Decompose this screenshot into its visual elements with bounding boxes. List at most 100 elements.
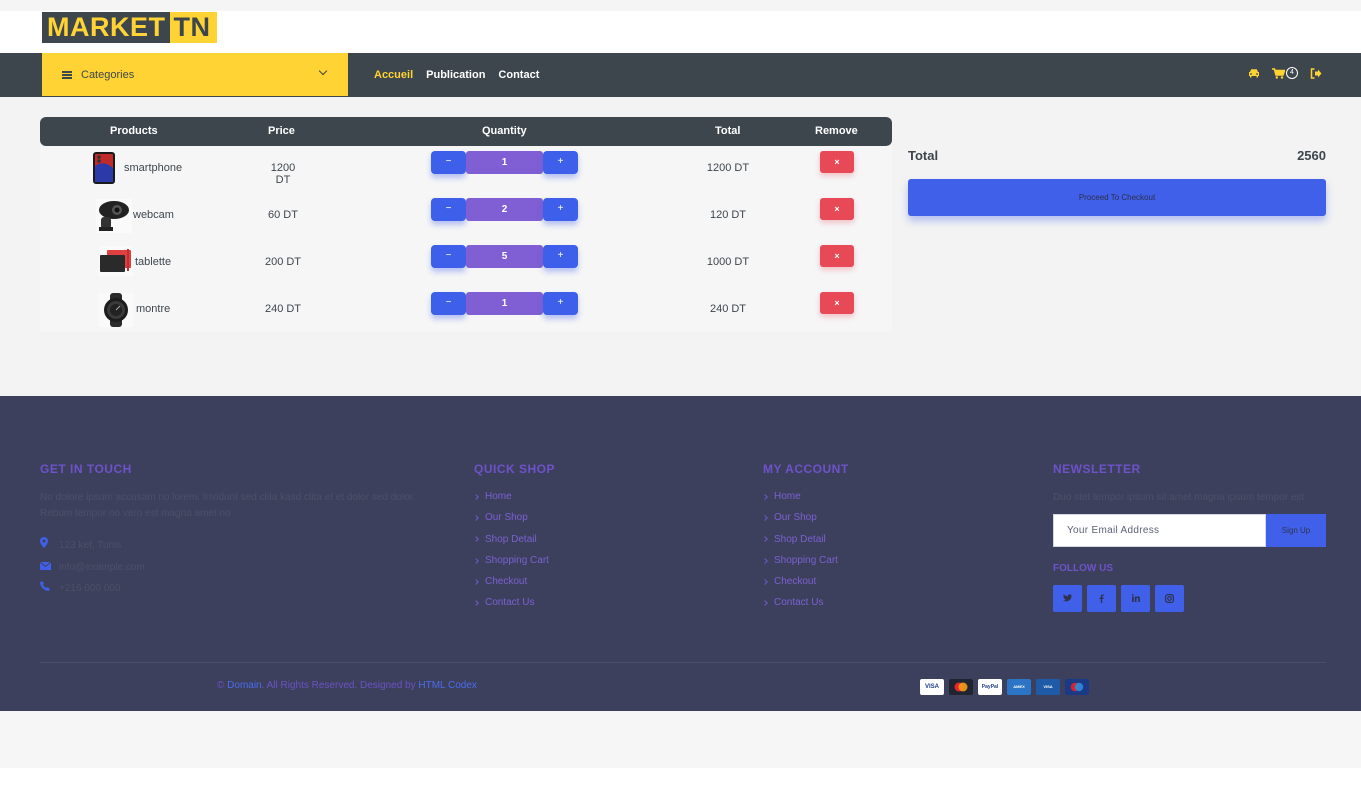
cart-count-badge: 4 (1286, 67, 1298, 79)
header-quantity: Quantity (482, 125, 527, 137)
header-price: Price (268, 125, 295, 137)
header-total: Total (715, 125, 741, 137)
footer-divider (40, 662, 1326, 663)
increase-quantity-button[interactable]: + (543, 151, 578, 174)
address-line: 123 kef, Tunis (40, 535, 425, 557)
decrease-quantity-button[interactable]: − (431, 198, 466, 221)
domain-link[interactable]: Domain (227, 680, 261, 691)
decrease-quantity-button[interactable]: − (431, 151, 466, 174)
product-image-smartphone (92, 152, 124, 184)
quick-shop-link-checkout[interactable]: Checkout (473, 571, 555, 592)
get-in-touch-text: No dolore ipsum accusam no lorem. Invidu… (40, 492, 416, 519)
phone-text: +216 000 000 (59, 583, 121, 594)
quick-shop-link-our-shop[interactable]: Our Shop (473, 507, 555, 528)
mastercard-icon (949, 679, 973, 695)
sign-up-button[interactable]: Sign Up (1266, 514, 1326, 547)
nav-link-accueil[interactable]: Accueil (374, 69, 413, 81)
header: MARKET TN (0, 11, 1361, 53)
remove-item-button[interactable]: × (820, 245, 854, 267)
cart-summary: Total 2560 Proceed To Checkout (908, 145, 1326, 216)
cart-table: Products Price Quantity Total Remove sma… (40, 117, 892, 332)
remove-item-button[interactable]: × (820, 292, 854, 314)
categories-dropdown[interactable]: Categories (42, 53, 348, 96)
total-value: 2560 (1297, 148, 1326, 163)
my-account-link-contact-us[interactable]: Contact Us (762, 592, 849, 613)
newsletter-text: Duo stet tempor ipsum sit amet magna ips… (1053, 492, 1305, 503)
twitter-icon[interactable] (1053, 585, 1082, 612)
chevron-right-icon (762, 536, 768, 543)
quick-shop-link-home[interactable]: Home (473, 486, 555, 507)
email-text[interactable]: info@example.com (59, 557, 145, 579)
chevron-right-icon (473, 557, 479, 564)
newsletter-title: NEWSLETTER (1053, 462, 1141, 476)
brand-logo[interactable]: MARKET TN (42, 12, 217, 43)
my-account-link-checkout[interactable]: Checkout (762, 571, 849, 592)
product-name[interactable]: smartphone (124, 162, 182, 174)
newsletter-email-input[interactable]: Your Email Address (1053, 514, 1266, 547)
chevron-right-icon (762, 557, 768, 564)
chevron-down-icon (318, 66, 328, 76)
link-label: Home (485, 491, 512, 502)
sign-out-icon[interactable] (1310, 67, 1322, 79)
link-label: Shop Detail (774, 533, 826, 545)
decrease-quantity-button[interactable]: − (431, 245, 466, 268)
footer-newsletter: NEWSLETTER Duo stet tempor ipsum sit ame… (1053, 462, 1326, 612)
logo-part-tn: TN (169, 12, 217, 43)
nav-link-contact[interactable]: Contact (498, 69, 539, 81)
car-icon[interactable] (1248, 68, 1260, 78)
nav-link-publication[interactable]: Publication (426, 69, 485, 81)
footer-my-account: MY ACCOUNT Home Our Shop Shop Detail Sho… (762, 462, 849, 614)
quick-shop-title: QUICK SHOP (474, 462, 556, 476)
link-label: Checkout (774, 576, 817, 588)
table-row: webcam 60 DT − 2 + 120 DT × (40, 193, 892, 239)
quantity-input[interactable]: 1 (466, 292, 543, 315)
row-total: 1200 DT (706, 162, 750, 174)
categories-label: Categories (81, 68, 135, 81)
increase-quantity-button[interactable]: + (543, 198, 578, 221)
product-name[interactable]: montre (136, 303, 170, 315)
maestro-icon (1065, 679, 1089, 695)
quantity-input[interactable]: 2 (466, 198, 543, 221)
link-label: Shop Detail (485, 533, 537, 545)
visa-electron-icon: VISA (1036, 679, 1060, 695)
decrease-quantity-button[interactable]: − (431, 292, 466, 315)
quick-shop-link-shop-detail[interactable]: Shop Detail (473, 529, 555, 550)
paypal-icon: PayPal (978, 679, 1002, 695)
product-name[interactable]: webcam (133, 209, 174, 221)
quick-shop-link-shopping-cart[interactable]: Shopping Cart (473, 550, 555, 571)
newsletter-form: Your Email Address Sign Up (1053, 514, 1326, 547)
quantity-input[interactable]: 1 (466, 151, 543, 174)
increase-quantity-button[interactable]: + (543, 245, 578, 268)
cart-table-header: Products Price Quantity Total Remove (40, 117, 892, 146)
my-account-link-home[interactable]: Home (762, 486, 849, 507)
increase-quantity-button[interactable]: + (543, 292, 578, 315)
remove-item-button[interactable]: × (820, 151, 854, 173)
chevron-right-icon (473, 578, 479, 585)
my-account-link-shop-detail[interactable]: Shop Detail (762, 529, 849, 550)
quick-shop-link-contact-us[interactable]: Contact Us (473, 592, 555, 613)
chevron-right-icon (473, 600, 479, 606)
chevron-right-icon (473, 515, 479, 521)
proceed-to-checkout-button[interactable]: Proceed To Checkout (908, 179, 1326, 216)
remove-item-button[interactable]: × (820, 198, 854, 220)
navbar: Categories Accueil Publication Contact 4 (0, 53, 1361, 97)
quantity-stepper: − 5 + (431, 245, 578, 268)
product-price: 200 DT (264, 256, 302, 268)
shopping-cart-icon[interactable]: 4 (1272, 67, 1298, 79)
product-name[interactable]: tablette (135, 256, 171, 268)
facebook-icon[interactable] (1087, 585, 1116, 612)
chevron-right-icon (473, 536, 479, 543)
product-price: 60 DT (268, 209, 298, 221)
chevron-right-icon (762, 600, 768, 606)
link-label: Our Shop (485, 512, 528, 524)
designer-link[interactable]: HTML Codex (418, 680, 477, 691)
instagram-icon[interactable] (1155, 585, 1184, 612)
top-strip (0, 0, 1361, 11)
link-label: Checkout (485, 576, 528, 588)
table-row: montre 240 DT − 1 + 240 DT × (40, 287, 892, 333)
my-account-link-our-shop[interactable]: Our Shop (762, 507, 849, 528)
my-account-link-shopping-cart[interactable]: Shopping Cart (762, 550, 849, 571)
linkedin-icon[interactable] (1121, 585, 1150, 612)
quantity-input[interactable]: 5 (466, 245, 543, 268)
payment-methods: VISA PayPal AMEX VISA (920, 679, 1089, 695)
